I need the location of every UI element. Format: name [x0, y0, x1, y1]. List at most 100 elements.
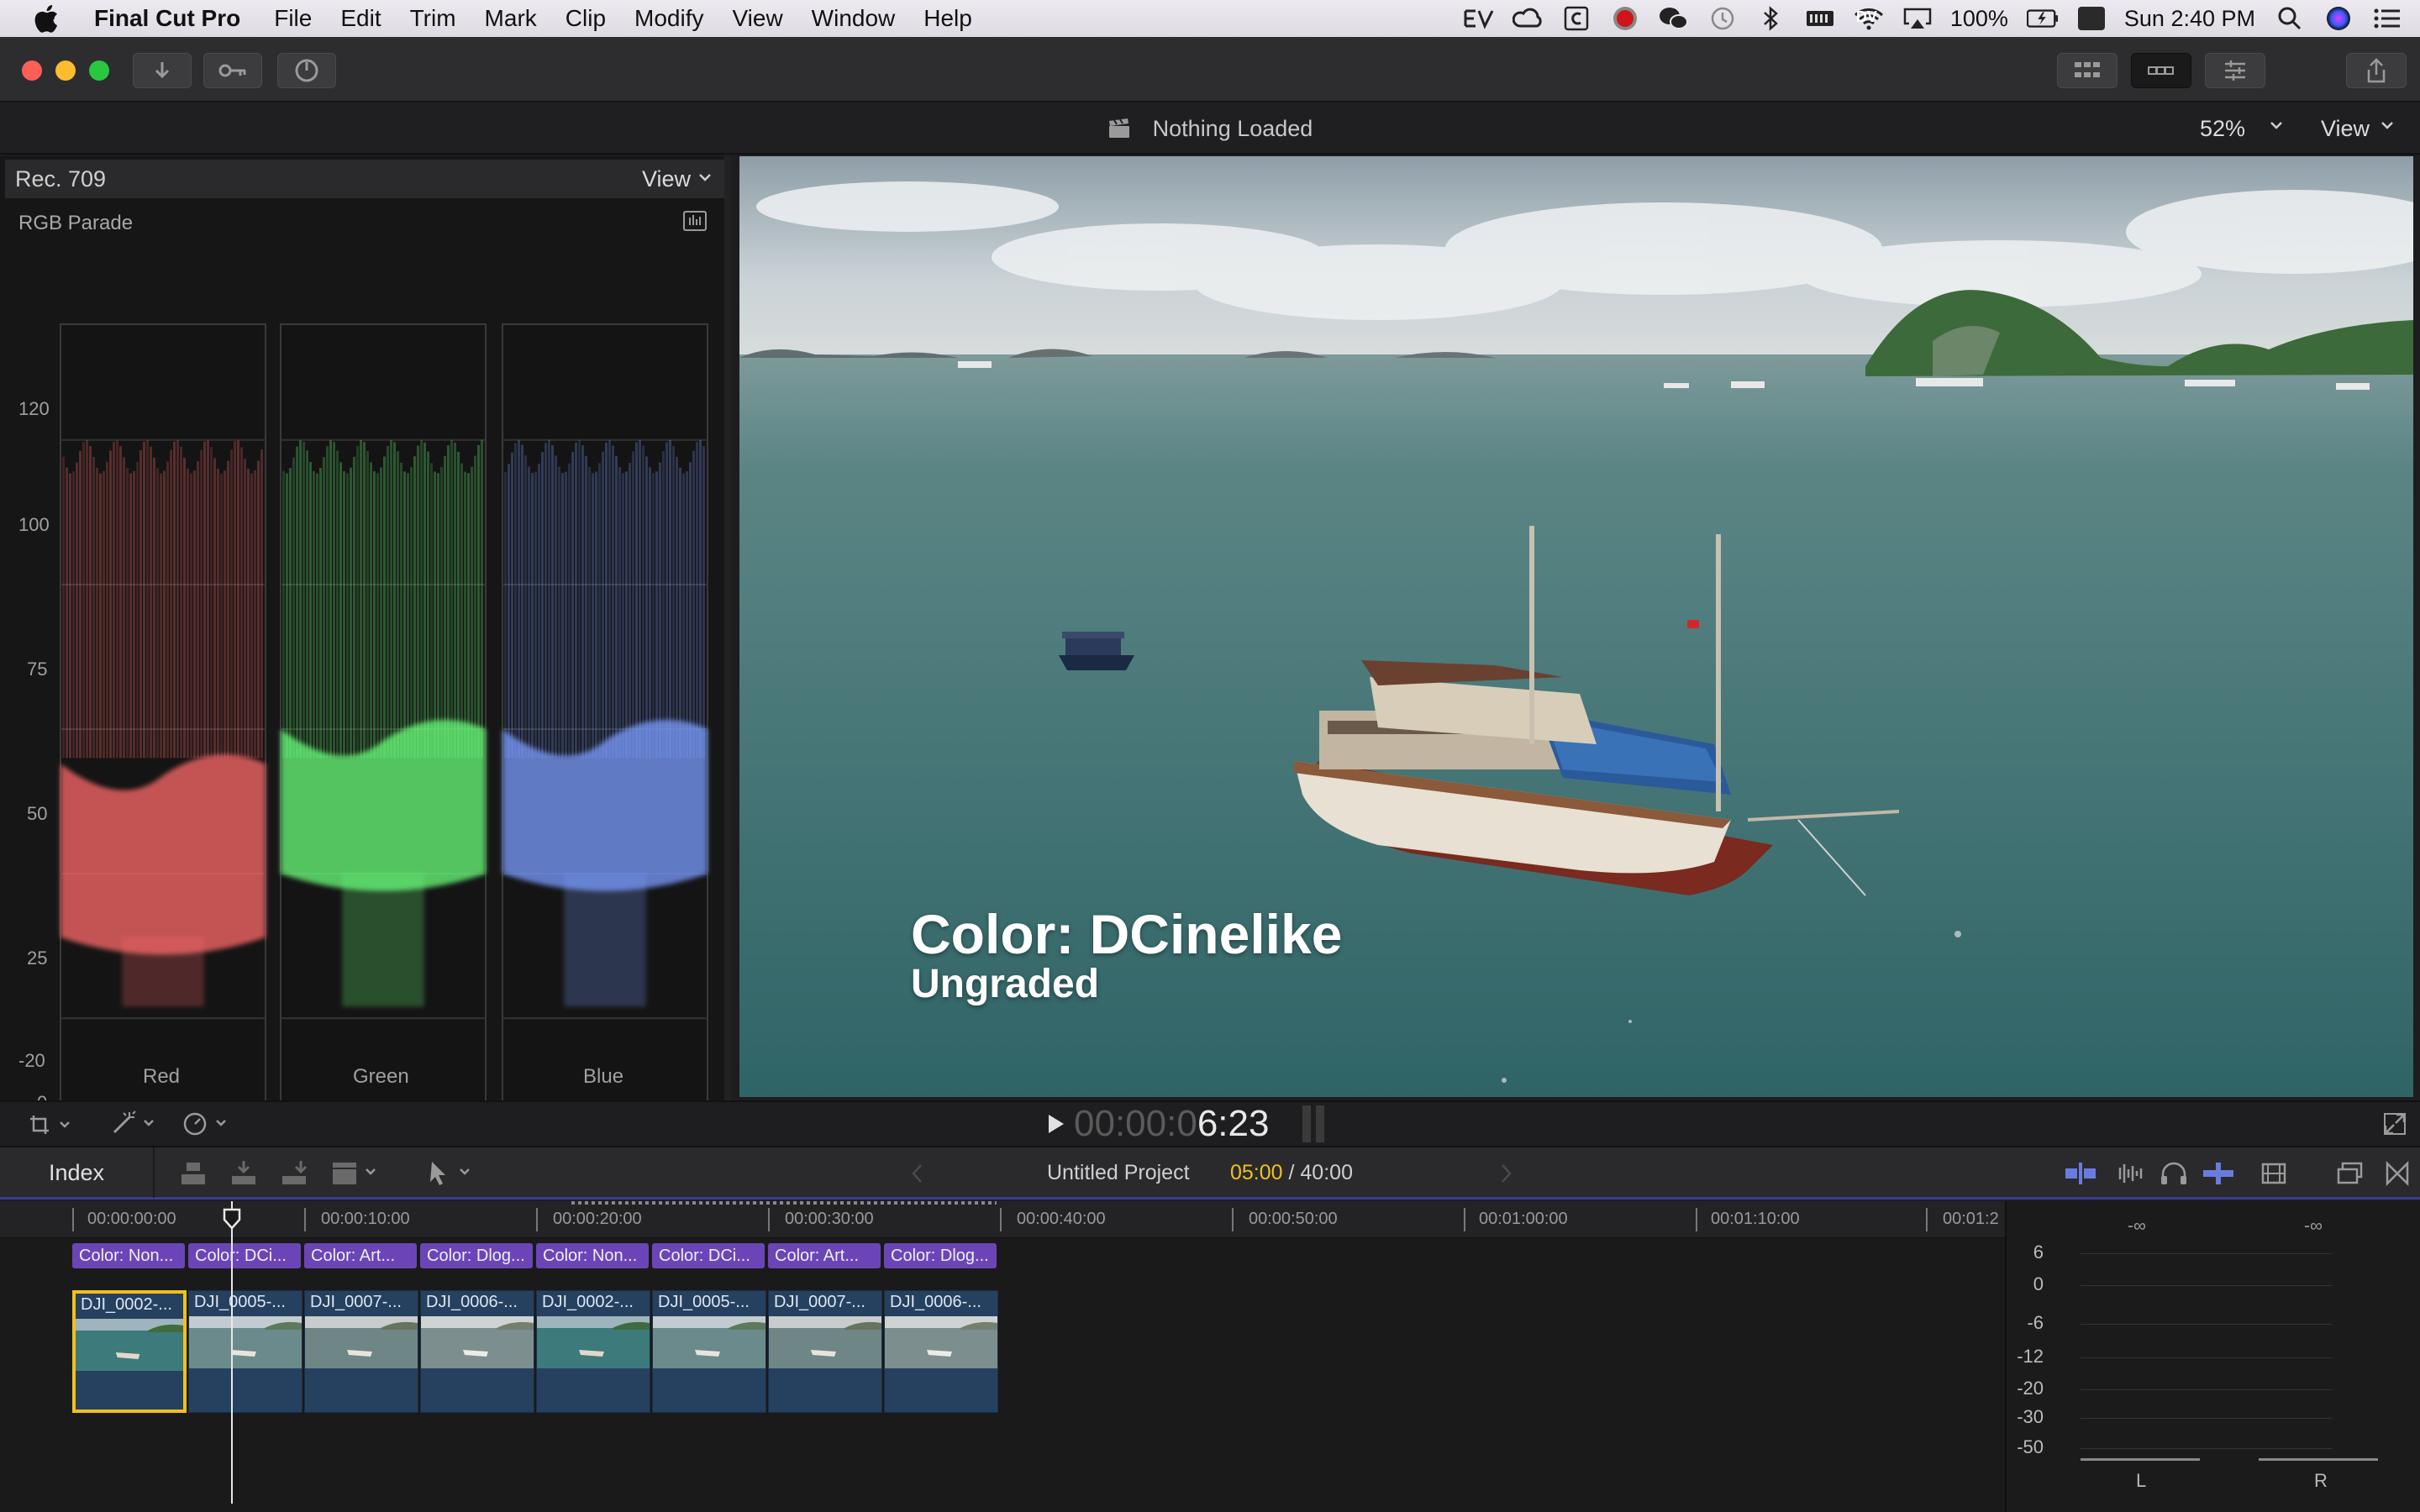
timeline-clip[interactable]: DJI_0005-... [652, 1290, 766, 1413]
timeline-clip[interactable]: DJI_0006-... [884, 1290, 998, 1413]
chevron-down-icon[interactable] [2380, 119, 2395, 131]
viewer-video-frame[interactable]: Color: DCinelike Ungraded [739, 156, 2413, 1097]
overwrite-clip-icon[interactable] [329, 1159, 380, 1188]
memory-icon[interactable] [1804, 6, 1836, 31]
wechat-icon[interactable] [1658, 6, 1690, 31]
ev-icon[interactable] [1463, 6, 1495, 31]
playhead-handle-icon[interactable] [223, 1208, 241, 1230]
app-toolbar [0, 37, 2420, 102]
meter-scale-label: 0 [2033, 1273, 2044, 1294]
ruler-label: 00:00:20:00 [553, 1210, 642, 1228]
clip-appearance-icon[interactable] [2260, 1161, 2287, 1186]
role-label[interactable]: Color: Art... [304, 1243, 417, 1268]
chevron-down-icon[interactable] [2269, 119, 2284, 131]
apple-menu-icon[interactable] [34, 3, 64, 34]
transitions-browser-icon[interactable] [2385, 1161, 2410, 1186]
fullscreen-icon[interactable] [2383, 1112, 2407, 1136]
airplay-icon[interactable] [1902, 6, 1933, 31]
window-zoom-button[interactable] [89, 60, 109, 81]
role-label[interactable]: Color: DCi... [652, 1243, 765, 1268]
timeline-clip[interactable]: DJI_0007-... [304, 1290, 418, 1413]
menu-mark[interactable]: Mark [485, 5, 537, 32]
clip-thumbnail [305, 1316, 418, 1368]
role-label[interactable]: Color: Art... [768, 1243, 881, 1268]
show-inspector-button[interactable] [2205, 53, 2265, 88]
history-back-icon[interactable] [911, 1163, 924, 1184]
notification-center-icon[interactable] [2371, 6, 2403, 31]
menu-window[interactable]: Window [812, 5, 896, 32]
snapping-icon[interactable] [2202, 1161, 2235, 1186]
crop-tool-icon[interactable] [29, 1114, 72, 1136]
primary-storyline: DJI_0002-... DJI_0005-... DJI_0007-... D… [0, 1290, 2005, 1413]
subtitle-overlay: Ungraded [911, 962, 1100, 1006]
timeline-index-button[interactable]: Index [0, 1147, 155, 1198]
play-button[interactable] [1047, 1114, 1065, 1134]
menu-clip[interactable]: Clip [566, 5, 606, 32]
menu-help[interactable]: Help [923, 5, 972, 32]
scope-type-label: RGB Parade [18, 212, 134, 234]
timeline-clip[interactable]: DJI_0005-... [188, 1290, 302, 1413]
menu-edit[interactable]: Edit [340, 5, 381, 32]
timecode-display[interactable]: 00:00:0 6:23 [1074, 1102, 1325, 1146]
dv-badge-icon[interactable] [2075, 6, 2107, 31]
timeline-clip[interactable]: DJI_0002-... [72, 1290, 187, 1413]
role-label[interactable]: Color: Non... [536, 1243, 649, 1268]
retime-speedometer-icon[interactable] [183, 1110, 232, 1136]
role-label[interactable]: Color: DCi... [188, 1243, 301, 1268]
share-button[interactable] [2346, 53, 2407, 88]
viewer-view-menu[interactable]: View [2321, 116, 2370, 142]
import-button[interactable] [133, 53, 192, 88]
timeline[interactable]: 00:00:00:00 00:00:10:00 00:00:20:00 00:0… [0, 1201, 2005, 1512]
solo-headphones-icon[interactable] [2160, 1161, 2188, 1186]
menu-app-name[interactable]: Final Cut Pro [94, 5, 240, 32]
append-clip-icon[interactable] [279, 1159, 309, 1188]
menubar-clock[interactable]: Sun 2:40 PM [2124, 6, 2255, 32]
window-minimize-button[interactable] [55, 60, 76, 81]
menu-file[interactable]: File [274, 5, 312, 32]
timeline-ruler[interactable]: 00:00:00:00 00:00:10:00 00:00:20:00 00:0… [0, 1201, 2005, 1238]
audio-skimming-icon[interactable] [2112, 1161, 2146, 1186]
role-label[interactable]: Color: Dlog... [884, 1243, 997, 1268]
select-tool-icon[interactable] [427, 1159, 476, 1188]
ruler-label: 00:00:00:00 [87, 1210, 176, 1228]
spotlight-icon[interactable] [2274, 6, 2306, 31]
time-machine-icon[interactable] [1707, 6, 1739, 31]
background-tasks-button[interactable] [277, 53, 336, 88]
enhance-wand-icon[interactable] [111, 1110, 158, 1136]
show-timeline-button[interactable] [2131, 53, 2191, 88]
menu-view[interactable]: View [732, 5, 782, 32]
insert-clip-icon[interactable] [229, 1159, 259, 1188]
record-icon[interactable] [1609, 6, 1641, 31]
menu-trim[interactable]: Trim [410, 5, 456, 32]
share-icon [2367, 58, 2386, 83]
playhead[interactable] [231, 1201, 233, 1504]
meter-scale-label: 6 [2033, 1242, 2044, 1263]
role-label[interactable]: Color: Dlog... [420, 1243, 533, 1268]
connect-clip-icon[interactable] [178, 1159, 208, 1188]
timeline-clip[interactable]: DJI_0006-... [420, 1290, 534, 1413]
effects-browser-icon[interactable] [2336, 1161, 2365, 1186]
siri-icon[interactable] [2323, 6, 2354, 31]
chevron-down-icon[interactable] [697, 171, 713, 183]
menu-modify[interactable]: Modify [634, 5, 703, 32]
scope-view-menu[interactable]: View [642, 166, 691, 192]
role-label[interactable]: Color: Non... [72, 1243, 185, 1268]
skimming-icon[interactable] [2064, 1161, 2097, 1186]
c-app-icon[interactable] [1560, 6, 1592, 31]
progress-dial-icon [295, 59, 318, 82]
bluetooth-icon[interactable] [1755, 6, 1787, 31]
keywords-button[interactable] [203, 53, 262, 88]
history-forward-icon[interactable] [1499, 1163, 1512, 1184]
scope-settings-icon[interactable] [682, 210, 708, 232]
timeline-clip[interactable]: DJI_0002-... [536, 1290, 650, 1413]
timeline-clip[interactable]: DJI_0007-... [768, 1290, 882, 1413]
transport-bar: 00:00:0 6:23 [0, 1100, 2420, 1144]
show-browser-button[interactable] [2057, 53, 2118, 88]
scope-scale-120: 120 [18, 398, 50, 419]
creative-cloud-icon[interactable] [1512, 6, 1544, 31]
window-close-button[interactable] [22, 60, 42, 81]
meter-gridline [2081, 1253, 2333, 1254]
download-arrow-icon [155, 62, 170, 79]
battery-icon[interactable] [2026, 6, 2059, 31]
zoom-level-popup[interactable]: 52% [2200, 116, 2245, 142]
